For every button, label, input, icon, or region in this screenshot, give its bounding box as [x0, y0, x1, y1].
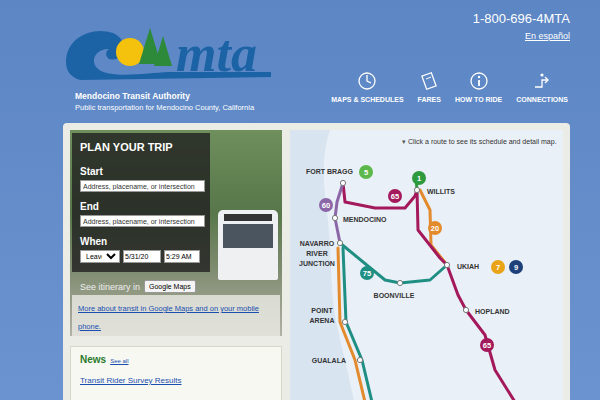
- left-column: PLAN YOUR TRIP Start End When Leave at S…: [70, 130, 282, 400]
- route-map: ▾ Click a route to see its schedule and …: [290, 130, 563, 400]
- logo-text: mta: [176, 25, 257, 82]
- place-label: GUALALA: [312, 357, 346, 364]
- svg-text:7: 7: [496, 263, 500, 272]
- place-label: UKIAH: [457, 263, 479, 270]
- place-label: HOPLAND: [475, 308, 510, 315]
- news-item[interactable]: Transit Rider Survey Results: [80, 376, 182, 385]
- route-line[interactable]: [420, 190, 447, 265]
- page: mta Mendocino Transit Authority Public t…: [0, 0, 600, 400]
- svg-text:65: 65: [483, 341, 491, 350]
- route-badge[interactable]: 20: [428, 221, 442, 235]
- see-all-link[interactable]: See all: [110, 358, 128, 364]
- main-nav: MAPS & SCHEDULES FARES HOW TO RIDE CONNE…: [331, 71, 568, 103]
- route-line[interactable]: [340, 243, 447, 283]
- svg-text:65: 65: [391, 192, 399, 201]
- start-input[interactable]: [80, 180, 205, 192]
- start-label: Start: [80, 166, 203, 177]
- place-dot: [342, 319, 347, 324]
- info-icon: [469, 71, 489, 91]
- news-box: News See all Transit Rider Survey Result…: [70, 346, 282, 400]
- route-line[interactable]: [343, 183, 515, 400]
- place-dot: [357, 357, 362, 362]
- bus-picture: [218, 210, 278, 280]
- place-label: FORT BRAGG: [306, 168, 354, 175]
- more-link[interactable]: More about transit in Google Maps and on…: [78, 304, 259, 331]
- planner-title: PLAN YOUR TRIP: [80, 141, 203, 153]
- nav-label: MAPS & SCHEDULES: [331, 96, 403, 103]
- svg-text:9: 9: [514, 263, 518, 272]
- route-line[interactable]: [335, 183, 343, 243]
- tagline: Public transportation for Mendocino Coun…: [75, 103, 273, 112]
- place-dot: [337, 240, 342, 245]
- end-input[interactable]: [80, 215, 205, 227]
- bus-window: [223, 224, 273, 248]
- trip-planner: PLAN YOUR TRIP Start End When Leave at: [72, 133, 210, 272]
- route-badge[interactable]: 1: [412, 171, 426, 185]
- svg-text:1: 1: [417, 174, 421, 183]
- date-input[interactable]: [123, 250, 161, 263]
- phone-number: 1-800-696-4MTA: [473, 11, 570, 26]
- clock-icon: [357, 71, 377, 91]
- nav-item[interactable]: MAPS & SCHEDULES: [331, 71, 403, 103]
- route-badge[interactable]: 75: [360, 266, 374, 280]
- ocean: [290, 130, 358, 400]
- nav-item[interactable]: CONNECTIONS: [516, 71, 568, 103]
- header: mta Mendocino Transit Authority Public t…: [0, 0, 600, 123]
- svg-text:5: 5: [364, 168, 368, 177]
- place-dot: [397, 280, 402, 285]
- triangle-icon: ▾: [402, 138, 406, 145]
- itinerary-label: See itinerary in: [80, 282, 140, 292]
- route-badge[interactable]: 9: [509, 260, 523, 274]
- place-label: BOONVILLE: [374, 292, 415, 299]
- ticket-icon: [419, 71, 439, 91]
- svg-text:20: 20: [431, 224, 439, 233]
- brand: mta Mendocino Transit Authority Public t…: [0, 0, 273, 123]
- google-maps-button[interactable]: Google Maps: [144, 280, 196, 293]
- news-title: News: [80, 354, 106, 365]
- svg-text:60: 60: [322, 201, 330, 210]
- nav-label: FARES: [418, 96, 441, 103]
- place-dot: [414, 187, 419, 192]
- nav-label: HOW TO RIDE: [455, 96, 502, 103]
- bus-photo: PLAN YOUR TRIP Start End When Leave at S…: [70, 130, 282, 336]
- route-badge[interactable]: 65: [480, 338, 494, 352]
- nav-item[interactable]: FARES: [418, 71, 441, 103]
- place-dot: [463, 307, 468, 312]
- connections-icon: [532, 71, 552, 91]
- bus-sign: [224, 214, 272, 221]
- place-dot: [444, 262, 449, 267]
- route-badge[interactable]: 60: [319, 198, 333, 212]
- itinerary-row: See itinerary in Google Maps: [72, 280, 280, 293]
- place-dot: [340, 180, 345, 185]
- mta-logo-icon[interactable]: mta: [58, 22, 273, 84]
- header-right: 1-800-696-4MTA En español MAPS & SCHEDUL…: [331, 0, 600, 123]
- when-row: Leave at: [80, 250, 203, 263]
- nav-item[interactable]: HOW TO RIDE: [455, 71, 502, 103]
- place-label: WILLITS: [427, 188, 455, 195]
- map-instruction: ▾ Click a route to see its schedule and …: [402, 138, 557, 147]
- when-label: When: [80, 236, 203, 247]
- route-badge[interactable]: 65: [388, 189, 402, 203]
- language-link[interactable]: En español: [525, 31, 570, 41]
- nav-label: CONNECTIONS: [516, 96, 568, 103]
- end-label: End: [80, 201, 203, 212]
- route-badge[interactable]: 7: [491, 260, 505, 274]
- route-line[interactable]: [343, 248, 372, 400]
- time-input[interactable]: [164, 250, 200, 263]
- more-strip: More about transit in Google Maps and on…: [72, 295, 280, 336]
- route-badge[interactable]: 5: [359, 165, 373, 179]
- content-card: PLAN YOUR TRIP Start End When Leave at S…: [63, 123, 570, 400]
- svg-text:75: 75: [363, 269, 371, 278]
- place-dot: [332, 215, 337, 220]
- map-canvas: FORT BRAGG WILLITS MENDOCINO NAVARRORIVERJU…: [290, 130, 563, 400]
- place-label: MENDOCINO: [343, 216, 387, 223]
- org-name: Mendocino Transit Authority: [75, 91, 273, 101]
- place-label: POINTARENA: [310, 307, 335, 324]
- news-header: News See all: [80, 354, 272, 365]
- when-mode-select[interactable]: Leave at: [80, 250, 120, 263]
- place-label: NAVARRORIVERJUNCTION: [299, 240, 335, 267]
